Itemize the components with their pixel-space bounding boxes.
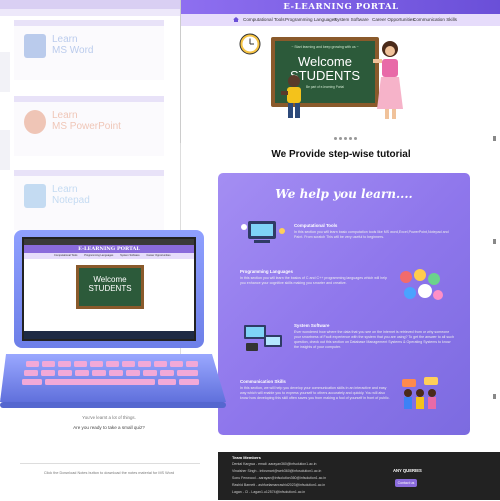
quiz-line-1: You've learnt a lot of things. (82, 415, 136, 420)
nav-communication-skills[interactable]: Communication Skills (413, 17, 457, 22)
feature-title: System Software (294, 323, 330, 328)
bg-card-label-1: Learn (52, 110, 78, 121)
programming-languages-icon (400, 269, 443, 300)
feature-desc: Ever wondered how where the data that yo… (294, 330, 454, 349)
bg-card-ms-powerpoint: Learn MS PowerPoint (14, 96, 164, 156)
student-illustration (281, 75, 301, 118)
keyboard-keys (22, 361, 199, 385)
bg-card-label-2: Notepad (52, 195, 90, 206)
footer-heading: Team Members (232, 455, 261, 460)
site-banner: E-LEARNING PORTAL (181, 0, 500, 14)
contact-us-button[interactable]: Contact us (395, 479, 417, 487)
clock-icon (239, 33, 261, 55)
scroll-arrow-icon[interactable] (493, 136, 496, 141)
feature-title: Programming Languages (240, 269, 293, 274)
computational-tools-icon (241, 221, 285, 243)
bg-nav (0, 9, 180, 16)
home-icon[interactable] (233, 17, 239, 23)
nav-career-opportunities[interactable]: Career Opportunities (372, 17, 415, 22)
hero-headline-1: Welcome (298, 54, 352, 69)
laptop-mockup: E-LEARNING PORTAL Computational Tools Pr… (0, 230, 230, 410)
section-heading: We Provide step-wise tutorial (271, 149, 411, 160)
bg-card-label-2: MS PowerPoint (52, 121, 121, 132)
laptop-chalkboard: Welcome STUDENTS (76, 265, 144, 309)
laptop-site-nav: Computational Tools Programming Language… (24, 253, 194, 259)
ms-word-icon (24, 34, 46, 58)
feature-desc: In this section you will learn the basic… (240, 276, 388, 285)
system-software-icon (244, 325, 282, 351)
communication-skills-icon (402, 377, 438, 409)
footer-member: Dental Kargwa - email: aarayan360@infsol… (232, 462, 317, 466)
footer-member: Sonu Fenwood - aarayan@infsolution360@in… (232, 476, 327, 480)
feature-title: Communication Skills (240, 379, 286, 384)
download-notes-text: Click the Download Notes button to downl… (43, 471, 175, 475)
footer-queries-heading: ANY QUERIES (393, 468, 422, 473)
feature-desc: In this section, we will help you develo… (240, 386, 390, 400)
scroll-arrow-icon[interactable] (493, 239, 496, 244)
feature-title: Computational Tools (294, 223, 338, 228)
bg-side-block (0, 130, 10, 170)
hero-top-line: ~ Start learning and keep growing with u… (291, 45, 359, 49)
bg-card-label-2: MS Word (52, 45, 94, 56)
footer-member: Vinaisher Singh - infosmart@web360@infos… (232, 469, 322, 473)
keyboard (22, 360, 200, 390)
divider (20, 463, 200, 464)
ms-powerpoint-icon (24, 110, 46, 134)
scroll-arrow-icon[interactable] (493, 394, 496, 399)
panel-title: We help you learn.... (275, 187, 413, 201)
footer-member: Rashid Barnett - ashfuelamanrashid2023@i… (232, 483, 326, 487)
quiz-page: You've learnt a lot of things. Are you r… (0, 398, 218, 501)
site-screenshot: E-LEARNING PORTAL Computational Tools Pr… (180, 0, 500, 144)
quiz-line-2[interactable]: Are you ready to take a small quiz? (0, 425, 218, 430)
bg-card-label-1: Learn (52, 184, 78, 195)
bg-card-ms-word: Learn MS Word (14, 20, 164, 80)
feature-panel: We help you learn.... Computational Tool… (218, 173, 470, 435)
footer-member: Lagan - Cl - Lagan1.u12574@infsolution1.… (232, 490, 306, 494)
teacher-illustration (373, 41, 403, 119)
laptop-screen: E-LEARNING PORTAL Computational Tools Pr… (24, 239, 194, 339)
site-nav: Computational Tools Programming Language… (181, 14, 500, 26)
hero-carousel: ~ Start learning and keep growing with u… (181, 27, 500, 140)
feature-desc: In this section you will learn basic com… (294, 230, 449, 239)
site-footer: Team Members Dental Kargwa - email: aara… (218, 452, 500, 500)
laptop-site-banner: E-LEARNING PORTAL (24, 245, 194, 253)
bg-banner (0, 0, 180, 9)
nav-computational-tools[interactable]: Computational Tools (243, 17, 285, 22)
nav-programming-languages[interactable]: Programming Languages (285, 17, 337, 22)
nav-system-software[interactable]: System Software (334, 17, 369, 22)
notepad-icon (24, 184, 46, 208)
bg-card-notepad: Learn Notepad (14, 170, 164, 230)
taskbar (24, 331, 194, 339)
bg-side-block (0, 52, 10, 92)
bg-card-label-1: Learn (52, 34, 78, 45)
